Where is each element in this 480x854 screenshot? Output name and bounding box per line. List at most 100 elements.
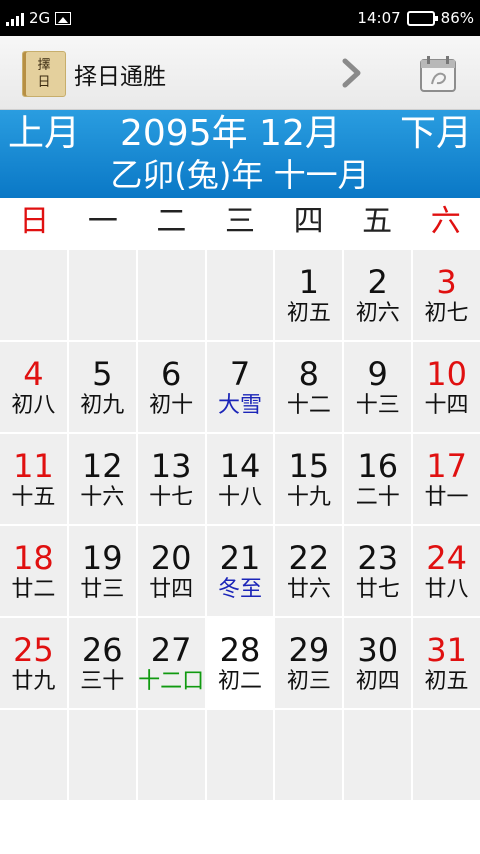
- day-number: 31: [426, 631, 467, 669]
- day-number: 14: [219, 447, 261, 485]
- battery-percent: 86%: [440, 9, 474, 27]
- day-cell[interactable]: 17 廿一: [413, 434, 480, 524]
- day-cell[interactable]: 29 初三: [275, 618, 343, 708]
- day-cell[interactable]: 31 初五: [413, 618, 480, 708]
- day-number: 21: [219, 539, 261, 577]
- empty-day-cell: [206, 710, 274, 800]
- lunar-date: 十六: [80, 485, 125, 510]
- empty-day-cell: [413, 710, 480, 800]
- app-logo-char-2: 日: [37, 75, 51, 90]
- calendar-grid: 1 初五 2 初六 3 初七 4 初八 5 初九 6 初十 7 大雪 8 十二 9 十三 10 十四 11 十五 12 十六 1…: [0, 250, 480, 800]
- day-cell[interactable]: 25 廿九: [0, 618, 67, 708]
- lunar-date: 初四: [355, 669, 400, 694]
- prev-month-button[interactable]: 上月: [8, 112, 80, 156]
- lunar-date: 初七: [424, 301, 469, 326]
- weekday-sun: 日: [19, 204, 50, 239]
- day-number: 10: [426, 355, 467, 393]
- day-cell[interactable]: 18 廿二: [0, 526, 67, 616]
- lunar-date: 三十: [80, 669, 125, 694]
- lunar-date: 十四: [424, 393, 469, 418]
- image-notification-icon: [55, 11, 72, 25]
- empty-day-cell: [137, 250, 205, 340]
- empty-day-cell: [275, 710, 343, 800]
- day-number: 26: [81, 631, 123, 669]
- lunar-date: 廿六: [286, 577, 331, 602]
- status-right: 14:07 86%: [357, 9, 474, 27]
- day-cell[interactable]: 27 十二口: [137, 618, 205, 708]
- lunar-date: 初六: [355, 301, 400, 326]
- day-cell[interactable]: 12 十六: [68, 434, 136, 524]
- lunar-date: 十八: [217, 485, 262, 510]
- day-cell[interactable]: 24 廿八: [413, 526, 480, 616]
- weekday-wed: 三: [224, 204, 255, 239]
- day-cell[interactable]: 8 十二: [275, 342, 343, 432]
- app-logo-char-1: 擇: [37, 58, 51, 73]
- signal-icon: [6, 11, 24, 26]
- lunar-date: 廿八: [424, 577, 469, 602]
- day-number: 6: [160, 355, 182, 393]
- day-cell[interactable]: 23 廿七: [344, 526, 412, 616]
- weekday-sat: 六: [430, 204, 461, 239]
- day-cell[interactable]: 14 十八: [206, 434, 274, 524]
- network-type: 2G: [29, 9, 51, 27]
- day-number: 12: [81, 447, 123, 485]
- day-number: 23: [357, 539, 399, 577]
- day-number: 9: [367, 355, 388, 393]
- month-banner: 上月 2095年 12月 下月 乙卯(兔)年 十一月: [0, 110, 480, 198]
- lunar-date: 初三: [286, 669, 331, 694]
- day-cell[interactable]: 2 初六: [344, 250, 412, 340]
- day-number: 5: [92, 355, 113, 393]
- solar-term-label: 大雪: [217, 393, 262, 418]
- day-cell[interactable]: 10 十四: [413, 342, 480, 432]
- day-cell[interactable]: 15 十九: [275, 434, 343, 524]
- day-cell[interactable]: 30 初四: [344, 618, 412, 708]
- day-cell[interactable]: 16 二十: [344, 434, 412, 524]
- day-number: 2: [367, 263, 388, 301]
- calendar-icon[interactable]: [418, 54, 458, 94]
- day-cell[interactable]: 21 冬至: [206, 526, 274, 616]
- lunar-date: 十七: [149, 485, 194, 510]
- day-number: 30: [357, 631, 399, 669]
- app-bar: 擇 日 择日通胜: [0, 36, 480, 110]
- day-cell[interactable]: 28 初二: [206, 618, 274, 708]
- day-number: 22: [288, 539, 330, 577]
- chevron-right-icon[interactable]: [336, 58, 368, 88]
- solar-term-label: 冬至: [217, 577, 262, 602]
- day-cell[interactable]: 13 十七: [137, 434, 205, 524]
- day-cell[interactable]: 4 初八: [0, 342, 67, 432]
- day-cell[interactable]: 9 十三: [344, 342, 412, 432]
- weekday-tue: 二: [156, 204, 187, 239]
- day-cell[interactable]: 5 初九: [68, 342, 136, 432]
- lunar-date: 十五: [11, 485, 56, 510]
- day-number: 7: [229, 355, 251, 393]
- weekday-mon: 一: [87, 204, 118, 239]
- empty-day-cell: [206, 250, 274, 340]
- day-cell[interactable]: 11 十五: [0, 434, 67, 524]
- next-month-button[interactable]: 下月: [400, 112, 472, 156]
- weekday-fri: 五: [362, 204, 393, 239]
- lunar-date: 初五: [424, 669, 469, 694]
- day-cell[interactable]: 26 三十: [68, 618, 136, 708]
- lunar-date: 二十: [355, 485, 400, 510]
- day-number: 29: [288, 631, 330, 669]
- lunar-date: 廿一: [424, 485, 469, 510]
- empty-day-cell: [344, 710, 412, 800]
- day-number: 13: [150, 447, 192, 485]
- day-number: 17: [426, 447, 467, 485]
- day-cell[interactable]: 1 初五: [275, 250, 343, 340]
- day-cell[interactable]: 7 大雪: [206, 342, 274, 432]
- lunar-month-title: 乙卯(兔)年 十一月: [110, 156, 370, 194]
- day-number: 24: [426, 539, 467, 577]
- day-cell[interactable]: 3 初七: [413, 250, 480, 340]
- lunar-date: 十九: [286, 485, 331, 510]
- month-title: 2095年 12月: [120, 113, 341, 154]
- day-cell[interactable]: 6 初十: [137, 342, 205, 432]
- lunar-date: 廿三: [80, 577, 125, 602]
- day-cell[interactable]: 19 廿三: [68, 526, 136, 616]
- day-cell[interactable]: 22 廿六: [275, 526, 343, 616]
- day-cell[interactable]: 20 廿四: [137, 526, 205, 616]
- day-number: 27: [150, 631, 192, 669]
- empty-day-cell: [137, 710, 205, 800]
- lunar-date: 初十: [149, 393, 194, 418]
- clock: 14:07: [357, 9, 401, 27]
